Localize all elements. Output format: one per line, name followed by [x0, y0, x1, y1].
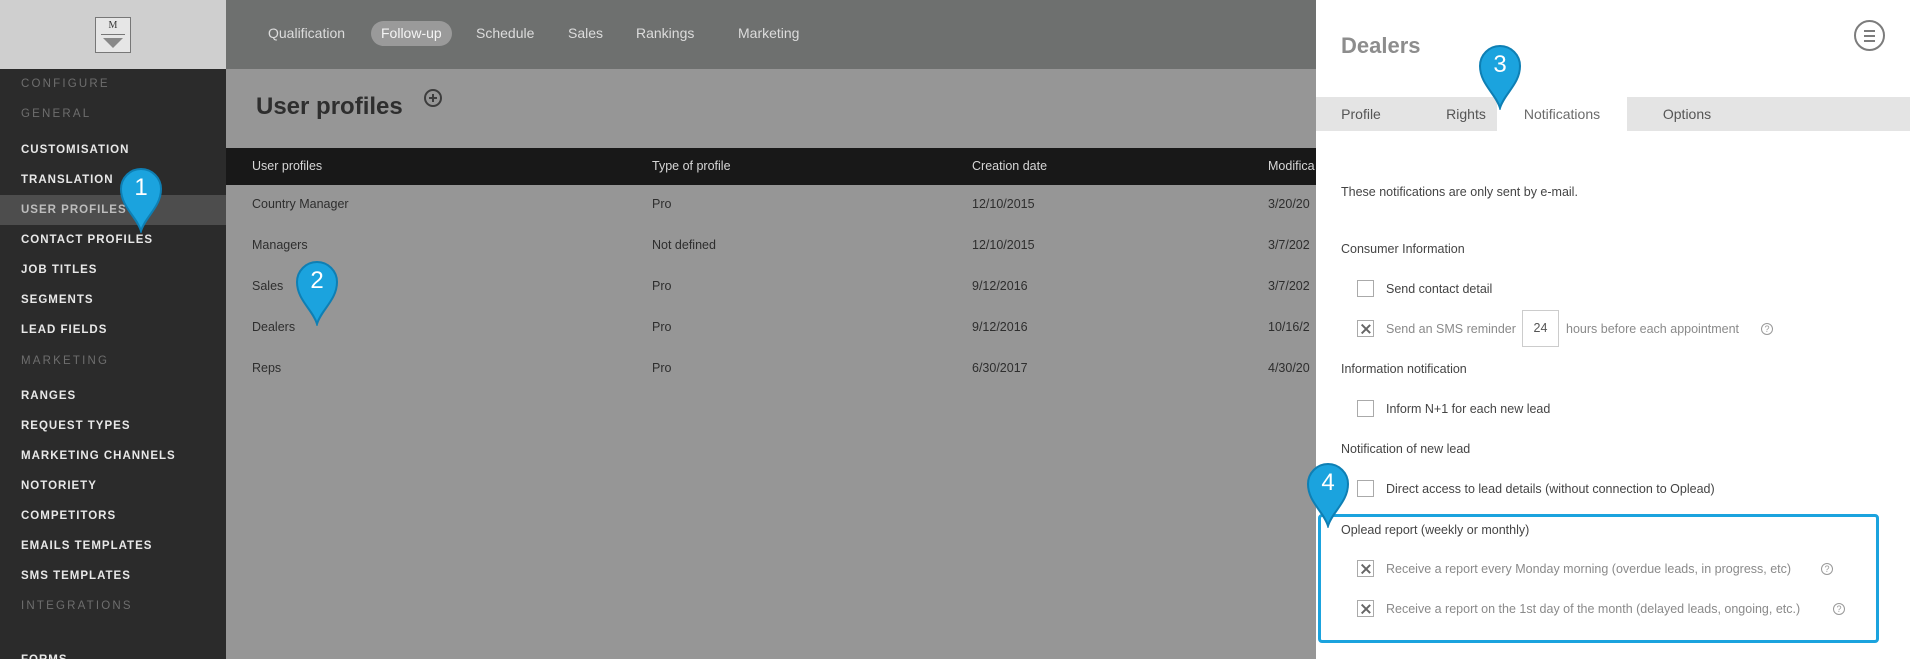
callout-number: 2	[310, 267, 324, 294]
table-row[interactable]: Managers Not defined 12/10/2015 3/7/202	[226, 225, 1316, 266]
sidebar-item-competitors[interactable]: COMPETITORS	[0, 501, 226, 531]
sidebar-heading-configure: CONFIGURE	[21, 78, 110, 90]
inform-n1-label: Inform N+1 for each new lead	[1386, 402, 1551, 416]
table-row[interactable]: Dealers Pro 9/12/2016 10/16/2	[226, 307, 1316, 348]
panel-menu-button[interactable]	[1854, 20, 1885, 51]
column-header-creation-date[interactable]: Creation date	[972, 148, 1047, 185]
notifications-intro: These notifications are only sent by e-m…	[1341, 185, 1578, 199]
table-header: User profiles Type of profile Creation d…	[226, 148, 1316, 185]
section-new-lead: Notification of new lead	[1341, 442, 1471, 456]
sidebar-item-request-types[interactable]: REQUEST TYPES	[0, 411, 226, 441]
cell-profile-name: Country Manager	[252, 197, 349, 211]
sidebar-heading-marketing: MARKETING	[21, 355, 110, 367]
sidebar-item-sms-templates[interactable]: SMS TEMPLATES	[0, 561, 226, 591]
sidebar-item-contact-profiles[interactable]: CONTACT PROFILES	[0, 225, 226, 255]
callout-number: 3	[1493, 51, 1507, 78]
cell-modification-date: 3/7/202	[1268, 238, 1310, 252]
cell-profile-type: Pro	[652, 279, 672, 293]
sidebar-item-segments[interactable]: SEGMENTS	[0, 285, 226, 315]
sms-reminder-hours-input[interactable]: 24	[1522, 310, 1559, 347]
sidebar-item-forms[interactable]: FORMS	[0, 645, 226, 659]
sms-reminder-checkbox[interactable]	[1357, 320, 1374, 337]
sidebar-item-lead-fields[interactable]: LEAD FIELDS	[0, 315, 226, 345]
sidebar-heading-general: GENERAL	[21, 108, 92, 120]
inform-n1-checkbox[interactable]	[1357, 400, 1374, 417]
sms-reminder-label: Send an SMS reminder	[1386, 322, 1516, 336]
callout-number: 1	[134, 174, 148, 201]
callout-pin-1: 1	[117, 165, 165, 233]
direct-access-label: Direct access to lead details (without c…	[1386, 482, 1715, 496]
cell-profile-name: Reps	[252, 361, 282, 375]
tab-options[interactable]: Options	[1642, 97, 1732, 131]
menu-line	[1864, 40, 1875, 42]
tab-profile[interactable]: Profile	[1316, 97, 1406, 131]
sidebar-item-translation[interactable]: TRANSLATION	[0, 165, 226, 195]
tab-schedule[interactable]: Schedule	[466, 21, 544, 46]
section-information-notification: Information notification	[1341, 362, 1467, 376]
cell-creation-date: 9/12/2016	[972, 320, 1028, 334]
callout-pin-4: 4	[1304, 460, 1352, 528]
menu-line	[1864, 35, 1875, 37]
cell-modification-date: 3/20/20	[1268, 197, 1310, 211]
sidebar-item-notoriety[interactable]: NOTORIETY	[0, 471, 226, 501]
panel-tabs: Profile Rights Notifications Options	[1316, 97, 1910, 131]
cell-modification-date: 4/30/20	[1268, 361, 1310, 375]
tab-sales[interactable]: Sales	[558, 21, 613, 46]
cell-creation-date: 12/10/2015	[972, 238, 1035, 252]
sidebar-item-marketing-channels[interactable]: MARKETING CHANNELS	[0, 441, 226, 471]
main-content: User profiles User profiles Type of prof…	[226, 69, 1316, 659]
table-row[interactable]: Reps Pro 6/30/2017 4/30/20	[226, 348, 1316, 389]
sidebar-heading-integrations: INTEGRATIONS	[21, 600, 133, 612]
cell-modification-date: 3/7/202	[1268, 279, 1310, 293]
add-profile-icon[interactable]	[424, 89, 442, 107]
direct-access-checkbox[interactable]	[1357, 480, 1374, 497]
sidebar-item-user-profiles[interactable]: USER PROFILES	[0, 195, 226, 225]
column-header-user-profiles[interactable]: User profiles	[252, 148, 322, 185]
sms-reminder-suffix: hours before each appointment	[1566, 322, 1740, 336]
column-header-type-of-profile[interactable]: Type of profile	[652, 148, 731, 185]
cell-creation-date: 6/30/2017	[972, 361, 1028, 375]
logo-triangle	[103, 38, 123, 48]
sidebar-item-customisation[interactable]: CUSTOMISATION	[0, 135, 226, 165]
sidebar-item-emails-templates[interactable]: EMAILS TEMPLATES	[0, 531, 226, 561]
sidebar-item-job-titles[interactable]: JOB TITLES	[0, 255, 226, 285]
logo-letter: M	[108, 20, 118, 31]
send-contact-detail-label: Send contact detail	[1386, 282, 1493, 296]
cell-creation-date: 12/10/2015	[972, 197, 1035, 211]
table-row[interactable]: Sales Pro 9/12/2016 3/7/202	[226, 266, 1316, 307]
logo-area: M	[0, 0, 226, 69]
cell-modification-date: 10/16/2	[1268, 320, 1310, 334]
sidebar: M CONFIGURE GENERAL CUSTOMISATION TRANSL…	[0, 0, 226, 659]
menu-line	[1864, 30, 1875, 32]
cell-profile-type: Pro	[652, 361, 672, 375]
help-icon[interactable]: ?	[1761, 323, 1773, 335]
tab-qualification[interactable]: Qualification	[258, 21, 355, 46]
column-header-modification[interactable]: Modifica	[1268, 148, 1315, 185]
cell-profile-name: Sales	[252, 279, 284, 293]
callout-number: 4	[1321, 469, 1335, 496]
send-contact-detail-checkbox[interactable]	[1357, 280, 1374, 297]
app-logo[interactable]: M	[95, 16, 131, 53]
top-navigation: Qualification Follow-up Schedule Sales R…	[226, 0, 1316, 69]
logo-line	[101, 34, 125, 35]
callout-pin-3: 3	[1476, 42, 1524, 110]
page-title: User profiles	[256, 93, 403, 120]
tab-follow-up[interactable]: Follow-up	[371, 21, 452, 46]
panel-title: Dealers	[1341, 33, 1421, 58]
tab-rankings[interactable]: Rankings	[626, 21, 704, 46]
cell-profile-type: Pro	[652, 197, 672, 211]
cell-profile-type: Pro	[652, 320, 672, 334]
table-row[interactable]: Country Manager Pro 12/10/2015 3/20/20	[226, 184, 1316, 225]
section-consumer-information: Consumer Information	[1341, 242, 1465, 256]
cell-creation-date: 9/12/2016	[972, 279, 1028, 293]
tab-marketing[interactable]: Marketing	[728, 21, 809, 46]
callout-pin-2: 2	[293, 258, 341, 326]
report-section-highlight	[1318, 514, 1879, 643]
cell-profile-name: Dealers	[252, 320, 296, 334]
sidebar-item-ranges[interactable]: RANGES	[0, 381, 226, 411]
cell-profile-type: Not defined	[652, 238, 716, 252]
